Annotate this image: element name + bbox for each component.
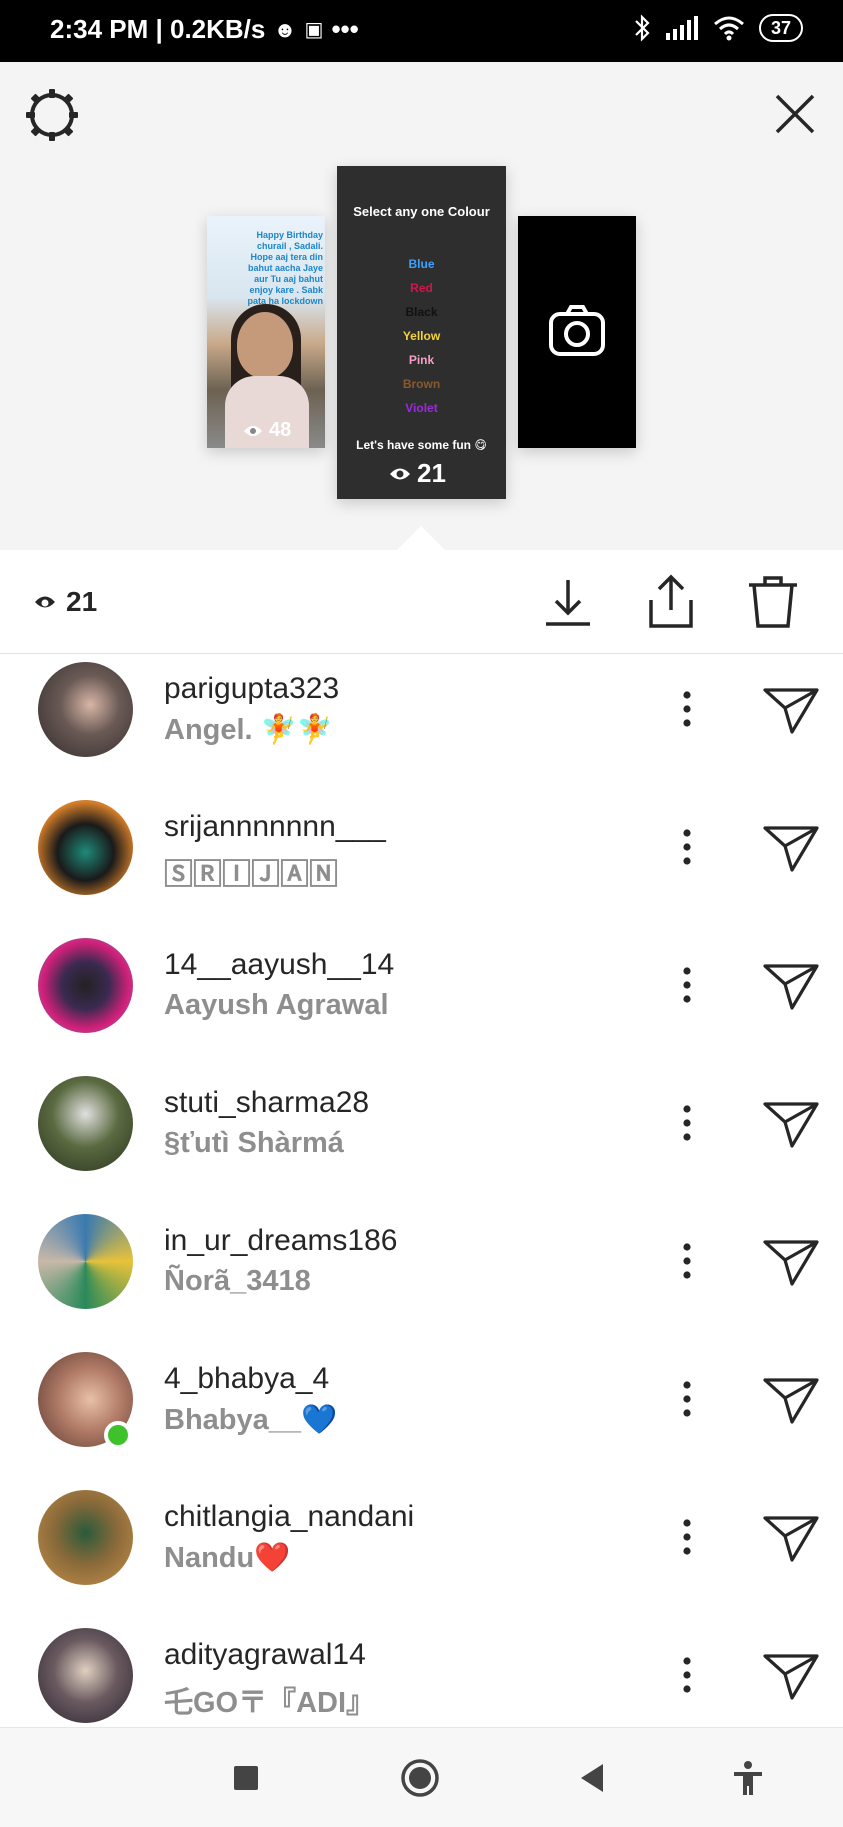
delete-trash-icon[interactable] [745, 574, 801, 630]
viewer-count: 21 [34, 586, 97, 618]
avatar[interactable] [38, 800, 133, 895]
viewer-username[interactable]: chitlangia_nandani [164, 1500, 414, 1534]
more-notifications-icon: ••• [331, 14, 359, 44]
avatar[interactable] [38, 1490, 133, 1585]
story-thumbnail-birthday[interactable]: Happy Birthday churail , Sadali. Hope aa… [207, 216, 325, 448]
story-toolbar: 21 [0, 550, 843, 654]
viewer-row[interactable]: parigupta323 Angel. 🧚🧚 [0, 655, 843, 793]
viewer-row[interactable]: 4_bhabya_4 Bhabya__💙 [0, 1345, 843, 1483]
viewer-fullname: Aayush Agrawal [164, 989, 389, 1021]
viewer-fullname: Nandu❤️ [164, 1542, 291, 1574]
more-options-icon[interactable] [672, 1101, 702, 1145]
notification-icon: ☻ [273, 16, 297, 42]
app-notification-icon: ▣ [304, 19, 324, 41]
more-options-icon[interactable] [672, 1239, 702, 1283]
add-story-camera-thumbnail[interactable] [518, 216, 636, 448]
color-option: Black [405, 305, 438, 319]
viewer-fullname: Ñorã_3418 [164, 1265, 311, 1297]
online-status-indicator [104, 1421, 132, 1449]
camera-icon [549, 305, 605, 356]
wifi-icon [713, 16, 744, 41]
back-icon[interactable] [573, 1758, 613, 1798]
color-option: Brown [402, 377, 441, 391]
bluetooth-icon [635, 14, 650, 42]
more-options-icon[interactable] [672, 687, 702, 731]
eye-icon [35, 596, 55, 608]
avatar[interactable] [38, 1076, 133, 1171]
viewer-fullname: 乇GO〒『ADI』 [164, 1687, 376, 1719]
system-navigation-bar [0, 1727, 843, 1827]
status-right: 37 [633, 14, 803, 42]
more-options-icon[interactable] [672, 825, 702, 869]
status-time-speed: 2:34 PM | 0.2KB/s [50, 14, 266, 44]
send-message-icon[interactable] [762, 685, 820, 735]
eye-icon [244, 425, 262, 436]
color-option: Pink [408, 353, 435, 367]
more-options-icon[interactable] [672, 1653, 702, 1697]
viewer-username[interactable]: 4_bhabya_4 [164, 1362, 329, 1396]
send-message-icon[interactable] [762, 823, 820, 873]
story-preview-area: Happy Birthday churail , Sadali. Hope aa… [0, 62, 843, 550]
send-message-icon[interactable] [762, 1099, 820, 1149]
viewer-username[interactable]: parigupta323 [164, 672, 339, 706]
eye-icon [390, 468, 410, 479]
story-view-count: 48 [243, 419, 291, 442]
send-message-icon[interactable] [762, 1237, 820, 1287]
avatar[interactable] [38, 1214, 133, 1309]
recent-apps-icon[interactable] [226, 1758, 266, 1798]
color-option: Red [410, 281, 433, 295]
story-footer-text: Let's have some fun 😋 [356, 438, 487, 452]
signal-icon [665, 16, 698, 40]
send-message-icon[interactable] [762, 961, 820, 1011]
send-message-icon[interactable] [762, 1375, 820, 1425]
story-thumbnail-selected[interactable]: Select any one Colour Blue Red Black Yel… [337, 166, 506, 499]
viewer-row[interactable]: chitlangia_nandani Nandu❤️ [0, 1483, 843, 1621]
viewer-username[interactable]: stuti_sharma28 [164, 1086, 369, 1120]
status-left: 2:34 PM | 0.2KB/s ☻ ▣ ••• [50, 14, 359, 45]
accessibility-icon[interactable] [728, 1758, 768, 1798]
viewer-list: parigupta323 Angel. 🧚🧚 srijannnnnnn___ 🅂… [0, 655, 843, 1759]
viewer-fullname: Bhabya__💙 [164, 1404, 338, 1436]
send-message-icon[interactable] [762, 1513, 820, 1563]
status-bar: 2:34 PM | 0.2KB/s ☻ ▣ ••• 37 [0, 0, 843, 62]
send-message-icon[interactable] [762, 1651, 820, 1701]
viewer-fullname: Angel. 🧚🧚 [164, 714, 333, 746]
color-option: Violet [405, 401, 438, 415]
color-options-list: Blue Red Black Yellow Pink Brown Violet [337, 252, 506, 420]
viewer-fullname: 🅂🅁🄸🄹🄰🄽 [164, 859, 339, 891]
story-photo-face [237, 312, 293, 378]
viewer-fullname: §ťutì Shàrmá [164, 1127, 344, 1159]
settings-gear-icon[interactable] [24, 87, 80, 143]
more-options-icon[interactable] [672, 1515, 702, 1559]
viewer-row[interactable]: in_ur_dreams186 Ñorã_3418 [0, 1207, 843, 1345]
close-icon[interactable] [771, 90, 819, 138]
viewer-row[interactable]: srijannnnnnn___ 🅂🅁🄸🄹🄰🄽 [0, 793, 843, 931]
story-caption: Happy Birthday churail , Sadali. Hope aa… [247, 230, 323, 306]
viewer-row[interactable]: stuti_sharma28 §ťutì Shàrmá [0, 1069, 843, 1207]
color-option: Blue [408, 257, 435, 271]
home-icon[interactable] [400, 1758, 440, 1798]
viewer-username[interactable]: srijannnnnnn___ [164, 810, 386, 844]
avatar[interactable] [38, 1628, 133, 1723]
download-icon[interactable] [540, 574, 596, 630]
viewer-row[interactable]: 14__aayush__14 Aayush Agrawal [0, 931, 843, 1069]
color-option: Yellow [402, 329, 441, 343]
battery-icon: 37 [758, 14, 803, 42]
story-title: Select any one Colour [353, 204, 490, 219]
story-view-count: 21 [389, 458, 446, 489]
share-icon[interactable] [643, 574, 699, 630]
more-options-icon[interactable] [672, 1377, 702, 1421]
selected-story-pointer [397, 526, 445, 550]
more-options-icon[interactable] [672, 963, 702, 1007]
viewer-username[interactable]: 14__aayush__14 [164, 948, 394, 982]
avatar[interactable] [38, 662, 133, 757]
viewer-username[interactable]: in_ur_dreams186 [164, 1224, 397, 1258]
viewer-username[interactable]: adityagrawal14 [164, 1638, 366, 1672]
avatar[interactable] [38, 938, 133, 1033]
